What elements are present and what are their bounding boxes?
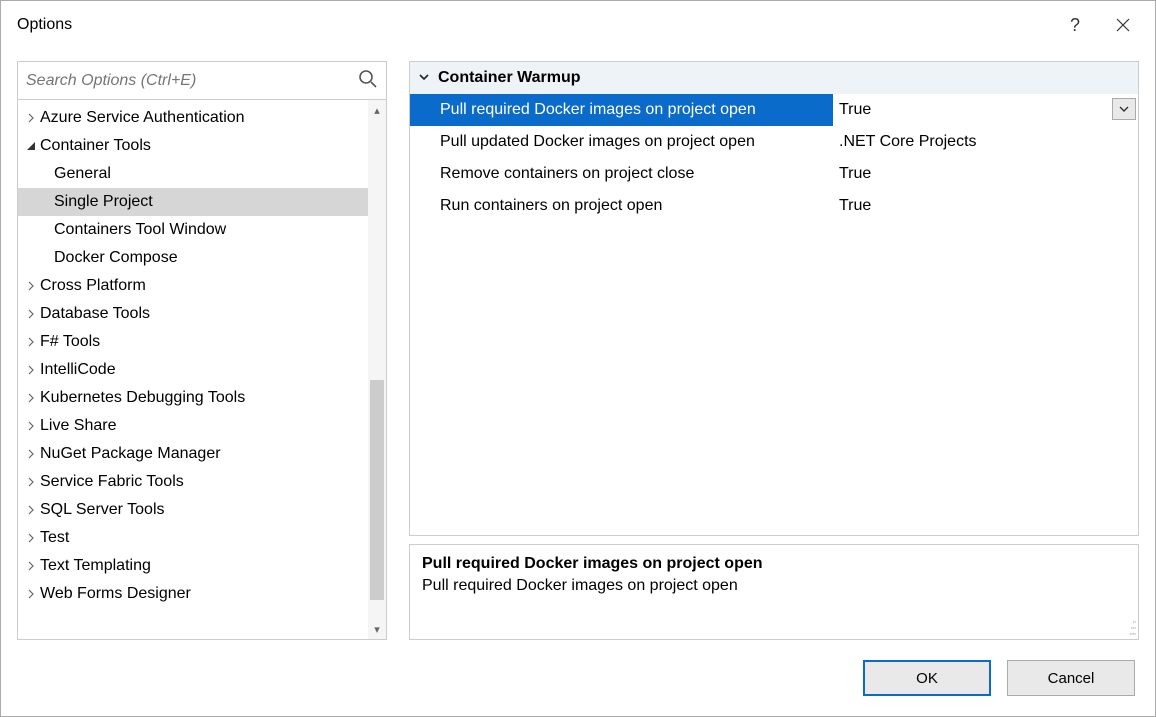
tree-item-label: General [54, 165, 111, 183]
tree-scrollbar[interactable]: ▴ ▾ [368, 100, 386, 639]
tree-item[interactable]: Kubernetes Debugging Tools [18, 384, 368, 412]
tree-item[interactable]: Azure Service Authentication [18, 104, 368, 132]
tree-item[interactable]: Service Fabric Tools [18, 468, 368, 496]
tree-item[interactable]: Cross Platform [18, 272, 368, 300]
tree-item-label: SQL Server Tools [40, 501, 165, 519]
tree-item[interactable]: Container Tools [18, 132, 368, 160]
dropdown-button[interactable] [1112, 98, 1136, 120]
chevron-down-icon [1119, 105, 1129, 113]
tree-item-label: Web Forms Designer [40, 585, 191, 603]
nav-pane: Azure Service Authentication Container To… [17, 61, 387, 640]
tree-item-label: Kubernetes Debugging Tools [40, 389, 245, 407]
chevron-right-icon[interactable] [24, 113, 38, 123]
chevron-right-icon[interactable] [24, 421, 38, 431]
tree-item[interactable]: Database Tools [18, 300, 368, 328]
chevron-right-icon[interactable] [24, 561, 38, 571]
chevron-right-icon[interactable] [24, 449, 38, 459]
tree-item[interactable]: Single Project [18, 188, 368, 216]
search-row [18, 62, 386, 100]
tree-item[interactable]: Containers Tool Window [18, 216, 368, 244]
property-value[interactable]: True [833, 190, 1138, 222]
category-label: Container Warmup [438, 69, 581, 87]
tree-item-label: Database Tools [40, 305, 150, 323]
tree-item[interactable]: NuGet Package Manager [18, 440, 368, 468]
description-body: Pull required Docker images on project o… [422, 577, 1126, 595]
tree-item[interactable]: Docker Compose [18, 244, 368, 272]
property-value[interactable]: .NET Core Projects [833, 126, 1138, 158]
property-value-text: True [839, 165, 871, 183]
property-row[interactable]: Remove containers on project close True [410, 158, 1138, 190]
tree-item-label: Live Share [40, 417, 117, 435]
property-value-text: True [839, 101, 871, 119]
close-icon [1116, 18, 1130, 32]
tree-item-label: Container Tools [40, 137, 151, 155]
property-grid-empty [410, 222, 1138, 535]
tree-item-label: Containers Tool Window [54, 221, 226, 239]
tree-item-label: IntelliCode [40, 361, 116, 379]
tree-item[interactable]: General [18, 160, 368, 188]
tree-item[interactable]: Live Share [18, 412, 368, 440]
options-tree[interactable]: Azure Service Authentication Container To… [18, 100, 368, 639]
tree-item-label: Cross Platform [40, 277, 146, 295]
resize-grip-icon[interactable]: ········· [1128, 619, 1135, 637]
chevron-right-icon[interactable] [24, 393, 38, 403]
content-area: Azure Service Authentication Container To… [1, 49, 1155, 640]
scroll-down-icon[interactable]: ▾ [368, 619, 386, 639]
chevron-down-icon [418, 70, 438, 86]
property-row[interactable]: Pull updated Docker images on project op… [410, 126, 1138, 158]
tree-item-label: Azure Service Authentication [40, 109, 245, 127]
chevron-right-icon[interactable] [24, 337, 38, 347]
chevron-down-icon[interactable] [24, 141, 38, 151]
description-panel: Pull required Docker images on project o… [409, 544, 1139, 640]
property-value[interactable]: True [833, 94, 1138, 126]
property-name: Remove containers on project close [410, 158, 833, 190]
property-value[interactable]: True [833, 158, 1138, 190]
tree-container: Azure Service Authentication Container To… [18, 100, 386, 639]
settings-pane: Container Warmup Pull required Docker im… [409, 61, 1139, 640]
search-input[interactable] [26, 72, 358, 90]
tree-item-label: Docker Compose [54, 249, 178, 267]
options-dialog: Options ? Azure Service Authentication Co… [0, 0, 1156, 717]
chevron-right-icon[interactable] [24, 477, 38, 487]
tree-item[interactable]: Web Forms Designer [18, 580, 368, 608]
ok-button[interactable]: OK [863, 660, 991, 696]
cancel-button[interactable]: Cancel [1007, 660, 1135, 696]
property-grid: Container Warmup Pull required Docker im… [409, 61, 1139, 536]
tree-item[interactable]: SQL Server Tools [18, 496, 368, 524]
tree-item-label: Text Templating [40, 557, 151, 575]
dialog-buttons: OK Cancel [1, 640, 1155, 716]
property-name: Pull required Docker images on project o… [410, 94, 833, 126]
tree-item-label: NuGet Package Manager [40, 445, 221, 463]
property-row[interactable]: Pull required Docker images on project o… [410, 94, 1138, 126]
tree-item[interactable]: IntelliCode [18, 356, 368, 384]
tree-item[interactable]: Test [18, 524, 368, 552]
property-value-text: True [839, 197, 871, 215]
tree-item[interactable]: F# Tools [18, 328, 368, 356]
tree-item-label: F# Tools [40, 333, 100, 351]
help-button[interactable]: ? [1051, 1, 1099, 49]
chevron-right-icon[interactable] [24, 505, 38, 515]
close-button[interactable] [1099, 1, 1147, 49]
tree-item-label: Single Project [54, 193, 153, 211]
property-name: Pull updated Docker images on project op… [410, 126, 833, 158]
property-value-text: .NET Core Projects [839, 133, 977, 151]
scroll-up-icon[interactable]: ▴ [368, 100, 386, 120]
chevron-right-icon[interactable] [24, 533, 38, 543]
titlebar: Options ? [1, 1, 1155, 49]
chevron-right-icon[interactable] [24, 281, 38, 291]
chevron-right-icon[interactable] [24, 589, 38, 599]
category-header[interactable]: Container Warmup [410, 62, 1138, 94]
window-title: Options [17, 16, 1051, 34]
tree-item[interactable]: Text Templating [18, 552, 368, 580]
description-title: Pull required Docker images on project o… [422, 555, 1126, 573]
chevron-right-icon[interactable] [24, 365, 38, 375]
property-row[interactable]: Run containers on project open True [410, 190, 1138, 222]
scroll-thumb[interactable] [370, 380, 384, 600]
tree-item-label: Test [40, 529, 69, 547]
tree-item-label: Service Fabric Tools [40, 473, 184, 491]
property-name: Run containers on project open [410, 190, 833, 222]
chevron-right-icon[interactable] [24, 309, 38, 319]
search-icon[interactable] [358, 69, 378, 93]
